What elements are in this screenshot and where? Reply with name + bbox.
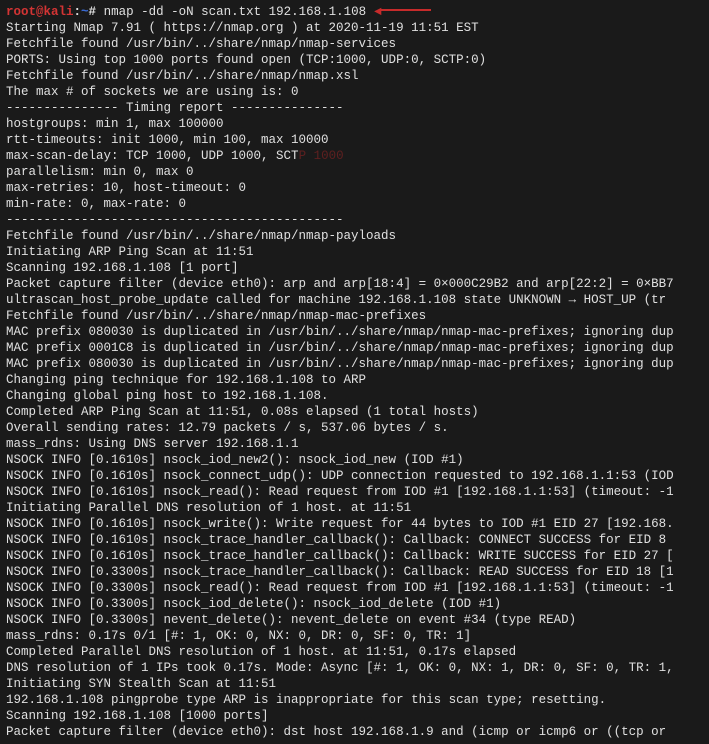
output-line: MAC prefix 080030 is duplicated in /usr/… [6, 356, 703, 372]
output-line: Overall sending rates: 12.79 packets / s… [6, 420, 703, 436]
output-line: Initiating ARP Ping Scan at 11:51 [6, 244, 703, 260]
output-line: The max # of sockets we are using is: 0 [6, 84, 703, 100]
output-line: max-scan-delay: TCP 1000, UDP 1000, SCTP… [6, 148, 703, 164]
output-line: Completed Parallel DNS resolution of 1 h… [6, 644, 703, 660]
output-line: NSOCK INFO [0.1610s] nsock_connect_udp()… [6, 468, 703, 484]
output-line: Fetchfile found /usr/bin/../share/nmap/n… [6, 308, 703, 324]
output-line: NSOCK INFO [0.1610s] nsock_read(): Read … [6, 484, 703, 500]
output-line: min-rate: 0, max-rate: 0 [6, 196, 703, 212]
prompt-path: ~ [81, 4, 89, 20]
output-line: Completed ARP Ping Scan at 11:51, 0.08s … [6, 404, 703, 420]
output-line: max-retries: 10, host-timeout: 0 [6, 180, 703, 196]
output-line: Starting Nmap 7.91 ( https://nmap.org ) … [6, 20, 703, 36]
output-line: Scanning 192.168.1.108 [1000 ports] [6, 708, 703, 724]
timing-report-footer: ----------------------------------------… [6, 212, 703, 228]
output-line: Changing ping technique for 192.168.1.10… [6, 372, 703, 388]
command-input[interactable]: nmap -dd -oN scan.txt 192.168.1.108 [96, 4, 366, 20]
output-line: MAC prefix 0001C8 is duplicated in /usr/… [6, 340, 703, 356]
output-line: Changing global ping host to 192.168.1.1… [6, 388, 703, 404]
prompt-user: root@kali [6, 4, 74, 20]
output-line: NSOCK INFO [0.1610s] nsock_iod_new2(): n… [6, 452, 703, 468]
output-line: NSOCK INFO [0.3300s] nsock_trace_handler… [6, 564, 703, 580]
output-line: mass_rdns: 0.17s 0/1 [#: 1, OK: 0, NX: 0… [6, 628, 703, 644]
output-line: NSOCK INFO [0.1610s] nsock_write(): Writ… [6, 516, 703, 532]
output-line: parallelism: min 0, max 0 [6, 164, 703, 180]
output-line: Fetchfile found /usr/bin/../share/nmap/n… [6, 36, 703, 52]
timing-report-header: --------------- Timing report ----------… [6, 100, 703, 116]
output-line: NSOCK INFO [0.3300s] nevent_delete(): ne… [6, 612, 703, 628]
output-line: hostgroups: min 1, max 100000 [6, 116, 703, 132]
output-line: mass_rdns: Using DNS server 192.168.1.1 [6, 436, 703, 452]
watermark-text: P 1000 [299, 149, 344, 163]
output-line: NSOCK INFO [0.1610s] nsock_trace_handler… [6, 548, 703, 564]
output-line: MAC prefix 080030 is duplicated in /usr/… [6, 324, 703, 340]
prompt-colon: : [74, 4, 82, 20]
output-line: Packet capture filter (device eth0): arp… [6, 276, 703, 292]
output-line: Fetchfile found /usr/bin/../share/nmap/n… [6, 68, 703, 84]
output-line: Initiating Parallel DNS resolution of 1 … [6, 500, 703, 516]
output-line: PORTS: Using top 1000 ports found open (… [6, 52, 703, 68]
output-line: ultrascan_host_probe_update called for m… [6, 292, 703, 308]
output-line: Scanning 192.168.1.108 [1 port] [6, 260, 703, 276]
prompt-symbol: # [89, 4, 97, 20]
output-line: Initiating SYN Stealth Scan at 11:51 [6, 676, 703, 692]
output-line: rtt-timeouts: init 1000, min 100, max 10… [6, 132, 703, 148]
output-line: Fetchfile found /usr/bin/../share/nmap/n… [6, 228, 703, 244]
output-line: 192.168.1.108 pingprobe type ARP is inap… [6, 692, 703, 708]
output-line: DNS resolution of 1 IPs took 0.17s. Mode… [6, 660, 703, 676]
prompt-line: root@kali:~# nmap -dd -oN scan.txt 192.1… [6, 4, 703, 20]
output-line: NSOCK INFO [0.1610s] nsock_trace_handler… [6, 532, 703, 548]
arrow-annotation-icon: ◄ [374, 4, 431, 20]
output-line: NSOCK INFO [0.3300s] nsock_iod_delete():… [6, 596, 703, 612]
output-line: NSOCK INFO [0.3300s] nsock_read(): Read … [6, 580, 703, 596]
